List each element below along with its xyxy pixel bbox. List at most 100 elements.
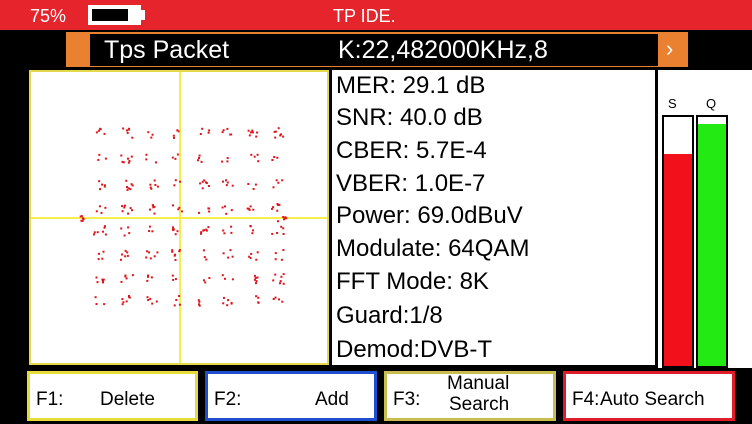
constellation-point	[250, 252, 253, 255]
chevron-right-icon[interactable]: ›	[666, 36, 673, 62]
constellation-point	[95, 210, 98, 213]
f4-auto-search-button[interactable]: F4: Auto Search	[563, 371, 735, 421]
constellation-point	[254, 183, 257, 186]
constellation-point	[156, 185, 159, 188]
constellation-point	[255, 258, 258, 261]
constellation-point	[251, 232, 254, 235]
constellation-point	[198, 303, 200, 306]
constellation-point	[281, 179, 284, 182]
constellation-point	[127, 212, 130, 215]
quality-meter	[696, 115, 728, 368]
constellation-point	[178, 206, 181, 209]
f3-manual-search-button[interactable]: F3: Manual Search	[384, 371, 556, 421]
constellation-point	[151, 133, 154, 136]
constellation-point	[222, 229, 225, 232]
constellation-point	[171, 274, 174, 277]
constellation-point	[173, 184, 176, 187]
constellation-point	[120, 227, 123, 230]
constellation-point	[253, 278, 256, 281]
constellation-point	[277, 127, 280, 130]
constellation-point	[226, 304, 229, 307]
constellation-point	[103, 303, 106, 306]
battery-tip	[141, 10, 145, 20]
constellation-point	[202, 249, 205, 252]
constellation-point	[226, 127, 229, 130]
constellation-point	[121, 205, 123, 208]
constellation-point	[103, 185, 106, 188]
constellation-point	[250, 153, 253, 156]
constellation-point	[145, 256, 148, 259]
constellation-point	[222, 180, 224, 183]
constellation-point	[249, 257, 252, 259]
constellation-point	[129, 207, 132, 210]
constellation-point	[227, 299, 230, 302]
constellation-point	[203, 256, 206, 259]
constellation-plot	[29, 70, 329, 365]
demod-value: Demod:DVB-T	[336, 336, 493, 363]
constellation-point	[122, 301, 125, 304]
constellation-point	[96, 281, 99, 284]
constellation-point	[271, 159, 274, 161]
constellation-point	[127, 161, 130, 164]
constellation-point	[197, 159, 199, 162]
constellation-point	[282, 273, 285, 276]
constellation-point	[255, 295, 258, 298]
constellation-point	[95, 131, 98, 134]
constellation-point	[131, 209, 133, 212]
constellation-point	[147, 275, 149, 278]
constellation-point	[131, 136, 134, 139]
constellation-point	[146, 296, 149, 299]
constellation-point	[131, 184, 134, 187]
constellation-point	[124, 275, 127, 278]
constellation-point	[121, 253, 124, 256]
constellation-point	[277, 220, 279, 223]
strength-meter	[662, 115, 694, 368]
constellation-point	[198, 154, 201, 157]
tp-value[interactable]: K:22,482000KHz,8	[338, 36, 548, 65]
constellation-point	[148, 225, 151, 228]
battery-icon	[88, 5, 141, 25]
constellation-point	[99, 127, 102, 130]
constellation-point	[147, 299, 150, 301]
constellation-point	[127, 226, 130, 229]
constellation-point	[276, 232, 279, 234]
constellation-point	[276, 209, 279, 212]
constellation-point	[273, 156, 276, 158]
constellation-point	[104, 157, 107, 160]
constellation-point	[231, 184, 234, 187]
constellation-point	[150, 187, 153, 190]
constellation-point	[198, 300, 201, 303]
constellation-point	[252, 188, 255, 190]
constellation-point	[203, 279, 205, 282]
constellation-point	[79, 215, 82, 218]
constellation-point	[199, 182, 202, 185]
constellation-point	[281, 300, 284, 303]
constellation-point	[174, 233, 177, 236]
constellation-point	[171, 156, 174, 159]
constellation-point	[278, 204, 281, 206]
f1-delete-button[interactable]: F1: Delete	[27, 371, 198, 421]
f4-key-label: F4:	[572, 389, 600, 410]
constellation-point	[104, 225, 106, 228]
constellation-point	[282, 135, 285, 138]
constellation-point	[272, 206, 275, 209]
power-value: Power: 69.0dBuV	[336, 202, 523, 229]
constellation-point	[174, 278, 177, 281]
battery-percent: 75%	[30, 6, 67, 26]
constellation-point	[104, 233, 107, 236]
constellation-point	[252, 229, 254, 232]
constellation-point	[104, 206, 107, 209]
constellation-point	[95, 276, 98, 279]
constellation-point	[208, 210, 211, 213]
constellation-point	[172, 229, 175, 232]
constellation-point	[205, 258, 208, 261]
f2-add-button[interactable]: F2: Add	[205, 371, 377, 421]
constellation-point	[231, 255, 234, 258]
constellation-point	[272, 298, 275, 300]
constellation-point	[178, 303, 181, 306]
constellation-point	[121, 298, 124, 301]
constellation-point	[274, 296, 277, 299]
constellation-point	[274, 258, 277, 261]
f4-action-label: Auto Search	[600, 389, 705, 410]
constellation-point	[248, 208, 251, 211]
